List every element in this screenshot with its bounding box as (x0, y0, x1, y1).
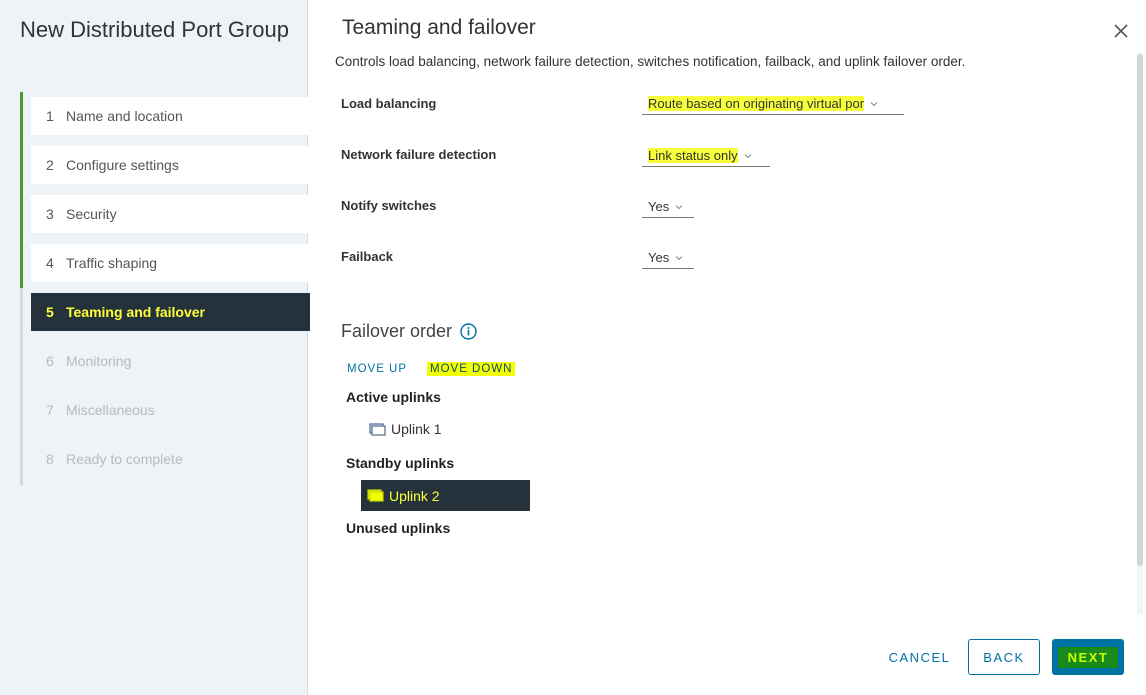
step-monitoring: 6 Monitoring (31, 342, 310, 380)
failover-order-title: Failover order (341, 321, 477, 342)
network-failure-detection-select[interactable]: Link status only (642, 145, 770, 167)
step-configure-settings[interactable]: 2 Configure settings (31, 146, 310, 184)
failback-label: Failback (341, 249, 394, 264)
step-label: Name and location (66, 108, 183, 124)
step-number: 3 (46, 206, 54, 222)
cancel-button[interactable]: CANCEL (887, 639, 952, 675)
step-security[interactable]: 3 Security (31, 195, 310, 233)
step-label: Configure settings (66, 157, 179, 173)
move-down-button[interactable]: MOVE DOWN (427, 362, 516, 376)
wizard-title: New Distributed Port Group (20, 17, 289, 42)
chevron-down-icon (870, 101, 878, 106)
info-icon[interactable] (460, 323, 477, 340)
uplink-label: Uplink 1 (391, 421, 442, 437)
failover-order-title-text: Failover order (341, 321, 453, 341)
wizard-steps: 1 Name and location 2 Configure settings… (20, 92, 310, 485)
notify-switches-label: Notify switches (341, 198, 437, 213)
uplink-icon (369, 422, 386, 436)
load-balancing-select[interactable]: Route based on originating virtual por (642, 93, 904, 115)
chevron-down-icon (675, 204, 683, 209)
chevron-down-icon (744, 153, 751, 158)
step-ready-to-complete: 8 Ready to complete (31, 440, 310, 478)
next-button[interactable]: NEXT (1052, 639, 1124, 675)
network-failure-detection-label: Network failure detection (341, 147, 497, 162)
scrollbar-thumb[interactable] (1137, 54, 1143, 566)
back-button[interactable]: BACK (968, 639, 1040, 675)
load-balancing-value: Route based on originating virtual por (648, 96, 865, 111)
wizard-main: Teaming and failover Controls load balan… (309, 0, 1146, 695)
failback-value: Yes (648, 250, 670, 265)
step-label: Ready to complete (66, 451, 183, 467)
step-miscellaneous: 7 Miscellaneous (31, 391, 310, 429)
page-title: Teaming and failover (342, 16, 536, 39)
uplink-icon (367, 489, 384, 502)
step-label: Miscellaneous (66, 402, 155, 418)
step-number: 7 (46, 402, 54, 418)
step-number: 1 (46, 108, 54, 124)
notify-switches-select[interactable]: Yes (642, 196, 694, 218)
move-up-button[interactable]: MOVE UP (347, 363, 407, 375)
load-balancing-label: Load balancing (341, 96, 437, 111)
step-traffic-shaping[interactable]: 4 Traffic shaping (31, 244, 310, 282)
close-icon[interactable] (1112, 22, 1130, 40)
content-scrollbar[interactable] (1134, 52, 1146, 614)
step-teaming-and-failover[interactable]: 5 Teaming and failover (31, 293, 310, 331)
uplink-label: Uplink 2 (389, 487, 440, 504)
uplink-item-standby[interactable]: Uplink 2 (361, 480, 530, 511)
page-description: Controls load balancing, network failure… (335, 54, 966, 69)
step-label: Monitoring (66, 353, 132, 369)
step-label: Security (66, 206, 117, 222)
failback-select[interactable]: Yes (642, 247, 694, 269)
step-name-and-location[interactable]: 1 Name and location (31, 97, 310, 135)
active-uplinks-label: Active uplinks (346, 389, 441, 405)
step-label: Teaming and failover (66, 304, 205, 320)
unused-uplinks-label: Unused uplinks (346, 520, 451, 536)
next-button-label: NEXT (1057, 646, 1119, 668)
step-number: 5 (46, 304, 54, 320)
step-number: 6 (46, 353, 54, 369)
standby-uplinks-label: Standby uplinks (346, 455, 455, 471)
step-label: Traffic shaping (66, 255, 158, 271)
step-number: 2 (46, 157, 54, 173)
notify-switches-value: Yes (648, 199, 670, 214)
chevron-down-icon (675, 255, 683, 260)
uplink-item-active[interactable]: Uplink 1 (367, 418, 444, 440)
wizard-sidebar: New Distributed Port Group 1 Name and lo… (0, 0, 310, 695)
completed-steps-bar (20, 92, 23, 288)
network-failure-detection-value: Link status only (648, 148, 738, 163)
step-number: 8 (46, 451, 54, 467)
step-number: 4 (46, 255, 54, 271)
